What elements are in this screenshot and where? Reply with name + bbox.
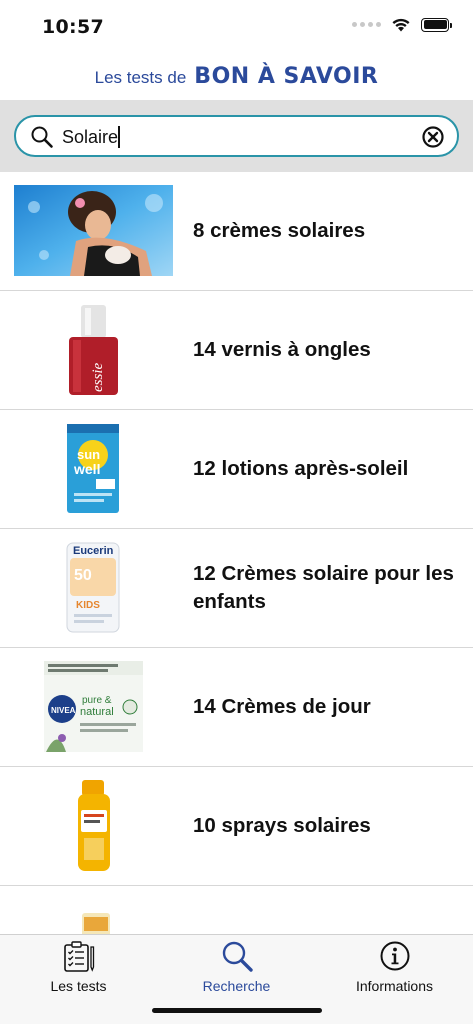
svg-text:sun: sun <box>77 447 100 462</box>
battery-icon <box>421 17 452 32</box>
result-title: 12 lotions après-soleil <box>193 457 409 480</box>
list-item[interactable]: 10 sprays solaires <box>0 767 473 886</box>
kids-sun-lotion-thumbnail: Eucerin 50 KIDS <box>14 542 173 633</box>
status-icons <box>352 17 452 32</box>
tab-les-tests[interactable]: Les tests <box>0 939 157 999</box>
aftersun-lotion-thumbnail: sun well <box>14 423 173 514</box>
signal-icon <box>352 22 381 27</box>
search-area <box>0 100 473 172</box>
svg-text:KIDS: KIDS <box>76 600 100 611</box>
result-title: 12 Crèmes solaire pour les enfants <box>193 562 454 613</box>
list-item[interactable]: sun well 12 lotions après-soleil <box>0 410 473 529</box>
list-item[interactable]: 8 crèmes solaires pour <box>0 886 473 934</box>
day-cream-thumbnail: NIVEA pure & natural <box>14 661 173 752</box>
result-title: 14 Crèmes de jour <box>193 695 371 718</box>
tab-recherche[interactable]: Recherche <box>158 939 315 999</box>
tab-informations[interactable]: Informations <box>316 939 473 999</box>
home-indicator[interactable] <box>152 1008 322 1013</box>
svg-text:natural: natural <box>80 706 114 718</box>
search-input[interactable] <box>62 123 402 151</box>
brand-logo: BON À SAVOIR <box>194 63 379 89</box>
tab-bar: Les tests Recherche Informations <box>0 934 473 1024</box>
result-title: 8 crèmes solaires <box>193 219 366 242</box>
sun-spray-thumbnail <box>14 780 173 871</box>
svg-text:essie: essie <box>90 363 106 393</box>
child-swimmer-thumbnail <box>14 185 173 276</box>
sun-cream-tube-thumbnail <box>14 899 173 934</box>
svg-text:well: well <box>73 461 100 477</box>
svg-text:NIVEA: NIVEA <box>51 706 76 715</box>
header-prefix: Les tests de <box>94 67 187 87</box>
app-header: Les tests de BON À SAVOIR <box>0 52 473 100</box>
svg-text:Eucerin: Eucerin <box>73 545 114 557</box>
text-cursor <box>118 126 120 148</box>
tab-label: Recherche <box>202 978 271 994</box>
result-title: 14 vernis à ongles <box>193 338 371 361</box>
info-icon <box>378 939 412 973</box>
status-time: 10:57 <box>42 16 104 38</box>
list-item[interactable]: Eucerin 50 KIDS 12 Crèmes solaire pour l… <box>0 529 473 648</box>
result-title: 8 crèmes solaires pour <box>193 886 458 934</box>
wifi-icon <box>392 18 410 32</box>
svg-text:pure &: pure & <box>82 695 112 706</box>
list-item[interactable]: NIVEA pure & natural 14 Crèmes de jour <box>0 648 473 767</box>
result-title: 10 sprays solaires <box>193 814 371 837</box>
list-item[interactable]: essie 14 vernis à ongles <box>0 291 473 410</box>
nail-polish-thumbnail: essie <box>14 304 173 395</box>
results-list: 8 crèmes solaires essie 14 vernis à ongl… <box>0 172 473 934</box>
svg-text:50: 50 <box>74 567 92 584</box>
search-box[interactable] <box>14 115 459 157</box>
checklist-icon <box>62 939 96 973</box>
clear-search-icon[interactable] <box>421 125 445 149</box>
tab-label: Informations <box>355 978 434 994</box>
list-item[interactable]: 8 crèmes solaires <box>0 172 473 291</box>
tab-label: Les tests <box>50 978 107 994</box>
search-icon <box>220 939 254 973</box>
search-icon <box>30 125 54 149</box>
status-bar: 10:57 <box>0 0 473 52</box>
